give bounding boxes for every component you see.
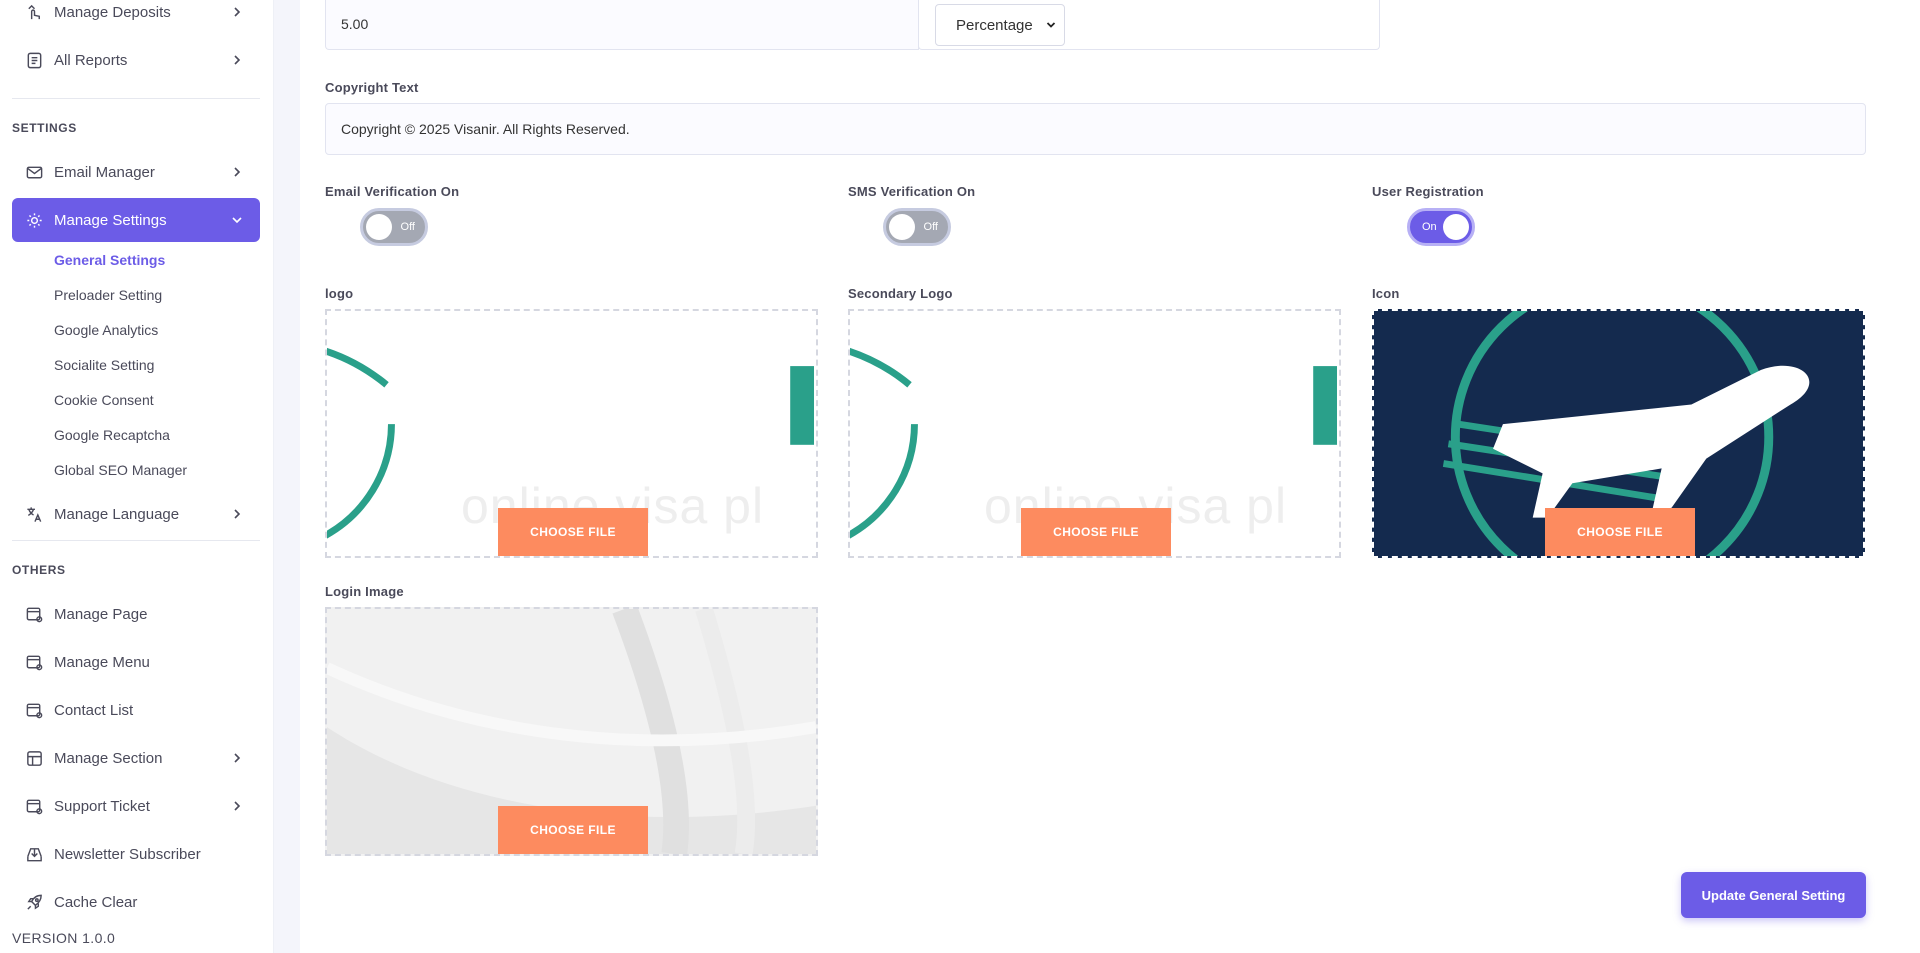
icon-label: Icon	[1372, 286, 1400, 301]
sidebar-subitem-cookie-consent[interactable]: Cookie Consent	[54, 392, 154, 408]
sidebar-item-all-reports[interactable]: All Reports	[12, 38, 260, 82]
page-icon	[24, 604, 44, 624]
settings-icon	[24, 210, 44, 230]
sidebar-item-contact-list[interactable]: Contact List	[12, 688, 260, 732]
section-heading-others: OTHERS	[12, 563, 66, 577]
toggle-state: Off	[923, 221, 938, 233]
logo-upload[interactable]: online visa pl CHOOSE FILE	[325, 309, 818, 558]
login-image-choose-file-button[interactable]: CHOOSE FILE	[498, 806, 648, 854]
secondary-logo-choose-file-button[interactable]: CHOOSE FILE	[1021, 508, 1171, 556]
sidebar-subitem-global-seo-manager[interactable]: Global SEO Manager	[54, 462, 187, 478]
section-heading-settings: SETTINGS	[12, 121, 77, 135]
chevron-right-icon	[234, 753, 241, 763]
sidebar-item-support-ticket[interactable]: Support Ticket	[12, 784, 260, 828]
sidebar-item-label: Manage Settings	[54, 211, 167, 229]
email-verification-label: Email Verification On	[325, 184, 460, 199]
section-icon	[24, 748, 44, 768]
sidebar-item-label: Contact List	[54, 701, 134, 719]
language-icon	[24, 504, 44, 524]
report-icon	[24, 50, 44, 70]
toggle-knob	[889, 214, 915, 240]
login-image-upload[interactable]: CHOOSE FILE	[325, 607, 818, 856]
sidebar-subitem-google-recaptcha[interactable]: Google Recaptcha	[54, 427, 170, 443]
sidebar-item-label: All Reports	[54, 51, 128, 69]
user-registration-label: User Registration	[1372, 184, 1484, 199]
chevron-right-icon	[234, 55, 241, 65]
logo-label: logo	[325, 286, 354, 301]
sidebar-item-label: Support Ticket	[54, 797, 150, 815]
sidebar-subitem-google-analytics[interactable]: Google Analytics	[54, 322, 158, 338]
icon-upload[interactable]: CHOOSE FILE	[1372, 309, 1865, 558]
copyright-input[interactable]: Copyright © 2025 Visanir. All Rights Res…	[325, 103, 1866, 155]
sidebar-item-label: Manage Menu	[54, 653, 150, 671]
sidebar-divider	[12, 98, 260, 99]
logo-choose-file-button[interactable]: CHOOSE FILE	[498, 508, 648, 556]
sidebar-item-cache-clear[interactable]: Cache Clear	[12, 880, 260, 924]
charge-type-value: Percentage	[956, 16, 1033, 34]
email-icon	[24, 162, 44, 182]
contact-icon	[24, 700, 44, 720]
sidebar-item-label: Manage Page	[54, 605, 148, 623]
rocket-icon	[24, 892, 44, 912]
sidebar-item-label: Email Manager	[54, 163, 155, 181]
sidebar-subitem-preloader-setting[interactable]: Preloader Setting	[54, 287, 162, 303]
sidebar-item-label: Manage Deposits	[54, 3, 171, 21]
email-verification-toggle[interactable]: Off	[360, 208, 428, 246]
sms-verification-label: SMS Verification On	[848, 184, 976, 199]
sidebar-item-manage-section[interactable]: Manage Section	[12, 736, 260, 780]
sidebar-item-manage-deposits[interactable]: Manage Deposits	[12, 0, 260, 34]
app-version: VERSION 1.0.0	[12, 930, 116, 946]
copyright-label: Copyright Text	[325, 80, 419, 95]
deposit-icon	[24, 2, 44, 22]
chevron-right-icon	[234, 7, 241, 17]
secondary-logo-upload[interactable]: online visa pl CHOOSE FILE	[848, 309, 1341, 558]
toggle-state: On	[1422, 221, 1437, 233]
charge-type-select[interactable]: Percentage	[935, 4, 1065, 46]
chevron-right-icon	[234, 509, 241, 519]
sidebar-item-label: Manage Section	[54, 749, 163, 767]
chevron-right-icon	[234, 167, 241, 177]
sidebar-item-label: Manage Language	[54, 505, 180, 523]
sidebar-divider	[12, 540, 260, 541]
sidebar: Manage Deposits All Reports SETTINGS Ema…	[0, 0, 274, 953]
sidebar-item-label: Cache Clear	[54, 893, 138, 911]
chevron-right-icon	[234, 801, 241, 811]
sms-verification-toggle[interactable]: Off	[883, 208, 951, 246]
toggle-knob	[1443, 214, 1469, 240]
charge-value-input[interactable]: 5.00	[325, 0, 919, 50]
update-general-setting-button[interactable]: Update General Setting	[1681, 872, 1866, 918]
menu-icon	[24, 652, 44, 672]
toggle-state: Off	[400, 221, 415, 233]
icon-choose-file-button[interactable]: CHOOSE FILE	[1545, 508, 1695, 556]
sidebar-item-manage-language[interactable]: Manage Language	[12, 492, 260, 536]
chevron-down-icon	[1046, 22, 1056, 28]
sidebar-item-manage-settings[interactable]: Manage Settings	[12, 198, 260, 242]
sidebar-item-newsletter-subscriber[interactable]: Newsletter Subscriber	[12, 832, 260, 876]
login-image-label: Login Image	[325, 584, 404, 599]
sidebar-subitem-general-settings[interactable]: General Settings	[54, 252, 165, 268]
sidebar-item-email-manager[interactable]: Email Manager	[12, 150, 260, 194]
sidebar-item-manage-menu[interactable]: Manage Menu	[12, 640, 260, 684]
sidebar-subitem-socialite-setting[interactable]: Socialite Setting	[54, 357, 154, 373]
sidebar-item-manage-page[interactable]: Manage Page	[12, 592, 260, 636]
secondary-logo-label: Secondary Logo	[848, 286, 953, 301]
user-registration-toggle[interactable]: On	[1407, 208, 1475, 246]
general-settings-form: 5.00 Percentage Copyright Text Copyright…	[300, 0, 1920, 953]
newsletter-icon	[24, 844, 44, 864]
toggle-knob	[366, 214, 392, 240]
sidebar-item-label: Newsletter Subscriber	[54, 845, 201, 863]
charge-type-wrapper: Percentage	[918, 0, 1380, 50]
chevron-down-icon	[232, 217, 242, 224]
ticket-icon	[24, 796, 44, 816]
